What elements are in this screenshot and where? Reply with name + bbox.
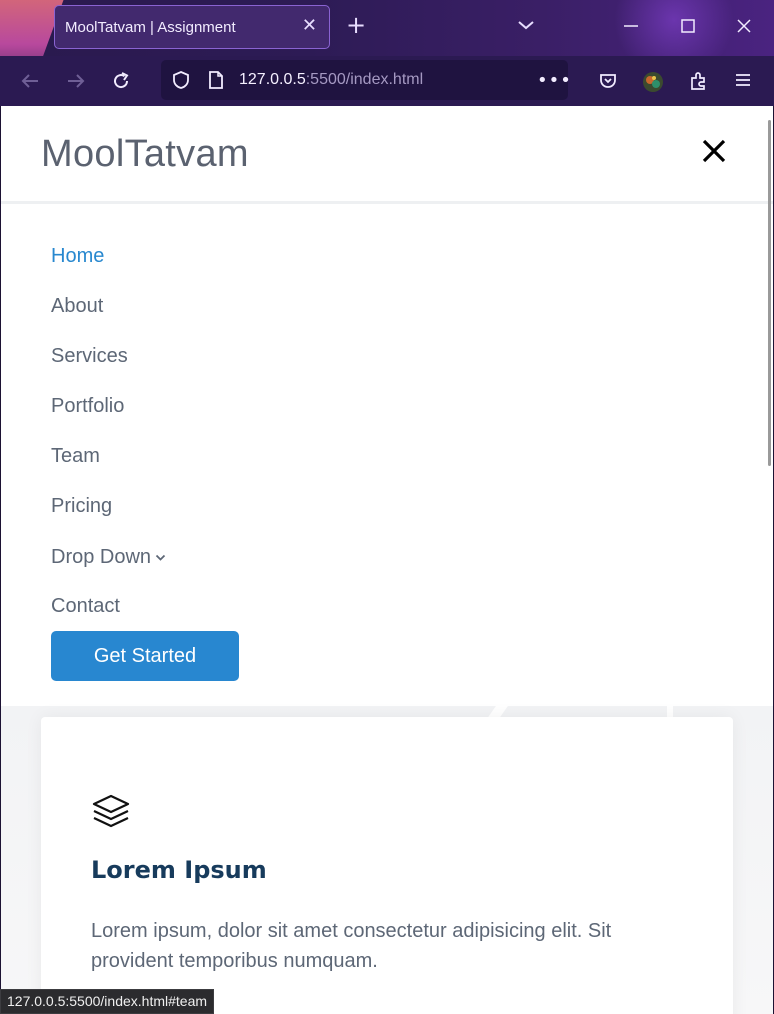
get-started-button[interactable]: Get Started <box>51 631 239 681</box>
close-menu-icon[interactable] <box>701 138 727 168</box>
page-scrollbar[interactable] <box>768 120 771 466</box>
shield-icon[interactable] <box>171 70 191 94</box>
layers-icon <box>91 793 131 833</box>
nav-link-home[interactable]: Home <box>51 242 166 292</box>
minimize-icon[interactable] <box>624 16 638 40</box>
nav-link-pricing[interactable]: Pricing <box>51 492 166 542</box>
status-bar-link-preview: 127.0.0.5:5500/index.html#team <box>0 989 215 1014</box>
card-description: Lorem ipsum, dolor sit amet consectetur … <box>91 920 612 972</box>
nav-link-dropdown-label: Drop Down <box>51 546 152 568</box>
address-bar[interactable]: 127.0.0.5:5500/index.html ••• <box>161 60 571 100</box>
tab-list-chevron-icon[interactable] <box>517 16 535 35</box>
nav-link-team[interactable]: Team <box>51 442 166 492</box>
site-logo[interactable]: MoolTatvam <box>41 133 249 176</box>
service-card: Lorem Ipsum Lorem ipsum, dolor sit amet … <box>41 717 733 1014</box>
back-arrow-icon[interactable] <box>20 71 40 95</box>
forward-arrow-icon[interactable] <box>66 71 86 95</box>
hamburger-menu-icon[interactable] <box>734 71 752 93</box>
page-actions-icon[interactable]: ••• <box>537 70 572 91</box>
site-header: MoolTatvam <box>1 106 773 204</box>
mobile-nav-menu: Home About Services Portfolio Team Prici… <box>51 242 166 642</box>
nav-link-dropdown[interactable]: Drop Down <box>51 542 166 592</box>
reload-icon[interactable] <box>111 71 131 95</box>
extensions-icon[interactable] <box>688 71 708 95</box>
new-tab-icon[interactable]: + <box>346 13 366 37</box>
nav-link-services[interactable]: Services <box>51 342 166 392</box>
url-text[interactable]: 127.0.0.5:5500/index.html <box>239 71 423 89</box>
tab-close-icon[interactable]: ✕ <box>302 17 317 35</box>
nav-link-portfolio[interactable]: Portfolio <box>51 392 166 442</box>
window-close-icon[interactable] <box>736 16 752 40</box>
card-title: Lorem Ipsum <box>91 856 267 884</box>
pocket-icon[interactable] <box>598 71 618 95</box>
nav-link-about[interactable]: About <box>51 292 166 342</box>
browser-tab[interactable]: MoolTatvam | Assignment ✕ <box>54 5 330 49</box>
browser-titlebar: MoolTatvam | Assignment ✕ + <box>0 0 774 56</box>
maximize-icon[interactable] <box>681 16 695 40</box>
tab-title: MoolTatvam | Assignment <box>65 18 236 36</box>
account-avatar-icon[interactable] <box>642 71 664 97</box>
page-icon[interactable] <box>207 70 225 94</box>
page-viewport: MoolTatvam Home About Services Portfolio… <box>1 106 773 1014</box>
browser-toolbar: 127.0.0.5:5500/index.html ••• <box>0 56 774 106</box>
chevron-down-icon <box>155 542 166 570</box>
